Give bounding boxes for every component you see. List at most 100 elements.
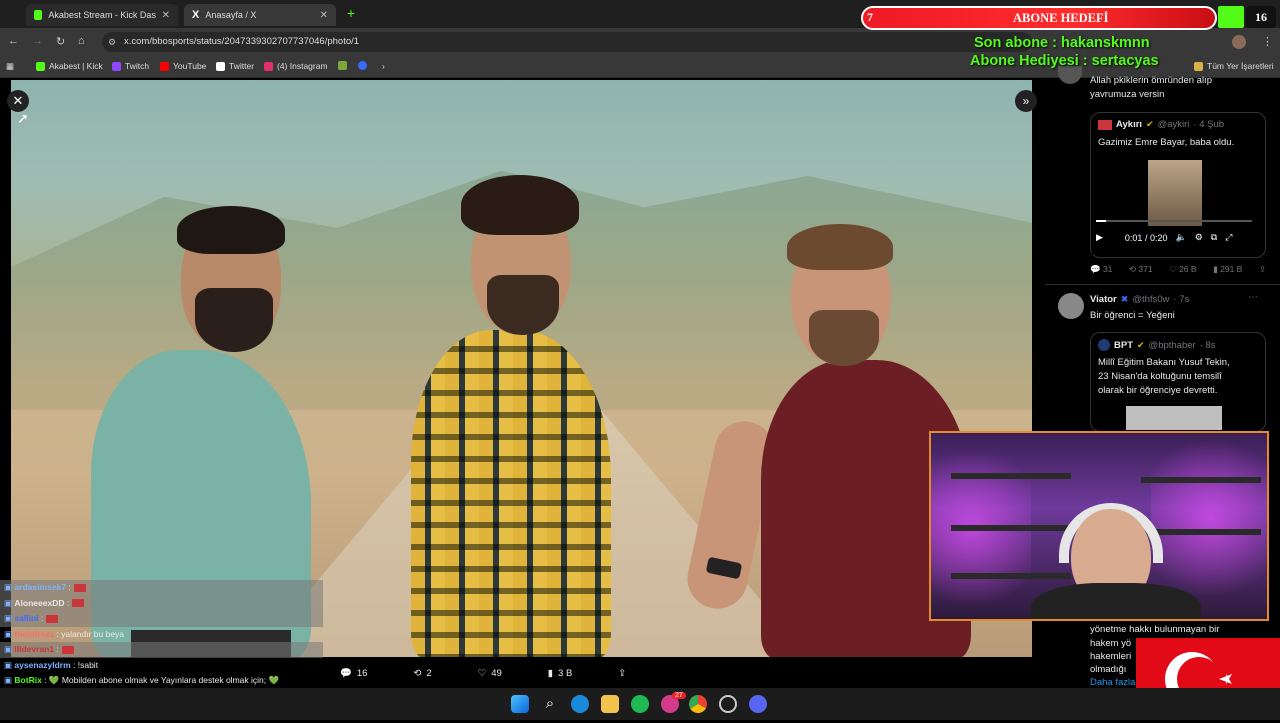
forward-icon[interactable]: → xyxy=(32,35,43,47)
site-info-icon[interactable]: ⚙ xyxy=(108,32,116,52)
video-controls: ▶ 0:01 / 0:20 🔈 ⚙ ⧉ ⤢ xyxy=(1096,232,1254,243)
chat-badge-icon: ▣ xyxy=(4,597,15,608)
reply-button[interactable]: 💬 16 xyxy=(340,664,367,682)
repost-button[interactable]: ⟲ 371 xyxy=(1129,264,1153,275)
more-options-icon[interactable]: ⋯ xyxy=(1248,292,1258,303)
chat-username[interactable]: thelofrezz xyxy=(14,629,54,639)
search-icon[interactable]: ⌕ xyxy=(541,695,559,713)
bookmark-label: Twitter xyxy=(229,61,255,71)
tweet-time: · 7s xyxy=(1173,294,1190,305)
chrome-icon[interactable] xyxy=(689,695,707,713)
author-name[interactable]: Viator xyxy=(1090,294,1117,305)
bookmark-twitch[interactable]: Twitch xyxy=(112,61,149,71)
reload-icon[interactable]: ↻ xyxy=(56,35,65,48)
spotify-icon[interactable] xyxy=(631,695,649,713)
like-button[interactable]: ♡ 26 B xyxy=(1169,264,1196,275)
avatar xyxy=(1098,119,1112,130)
close-tab-icon[interactable]: ✕ xyxy=(162,10,170,21)
share-icon[interactable]: ⇪ xyxy=(1259,264,1266,275)
close-tab-icon[interactable]: ✕ xyxy=(320,10,328,21)
edge-icon[interactable] xyxy=(571,695,589,713)
goal-title: ABONE HEDEFİ xyxy=(1013,11,1109,25)
chat-username[interactable]: Illdevran1 xyxy=(14,644,54,654)
chat-username[interactable]: sallini xyxy=(14,613,38,623)
chat-username[interactable]: AloneeexDD xyxy=(14,598,64,608)
like-count: 26 B xyxy=(1179,264,1197,274)
chat-username[interactable]: aysenazyldrm xyxy=(14,660,70,670)
person-center xyxy=(391,175,631,657)
back-icon[interactable]: ← xyxy=(8,35,19,47)
bookmark-label: Akabest | Kick xyxy=(49,61,103,71)
all-bookmarks[interactable]: Tüm Yer İşaretleri xyxy=(1194,61,1274,71)
x-icon xyxy=(216,61,225,71)
views-button[interactable]: ▮ 3 B xyxy=(548,664,573,682)
share-button[interactable]: ⇪ xyxy=(618,664,626,682)
menu-icon[interactable]: ⋮ xyxy=(1262,35,1273,48)
photo-image xyxy=(11,80,1032,657)
obs-icon[interactable] xyxy=(719,695,737,713)
chat-username[interactable]: BotRix xyxy=(14,675,41,685)
close-icon: ✕ xyxy=(12,93,24,108)
tab-x-home[interactable]: X Anasayfa / X ✕ xyxy=(184,4,336,26)
tab-kick-dashboard[interactable]: Akabest Stream - Kick Dashboa ✕ xyxy=(26,4,178,26)
play-icon[interactable]: ▶ xyxy=(1096,232,1103,243)
address-bar[interactable]: ⚙ x.com/bbosports/status/204733930270773… xyxy=(102,32,1032,52)
apps-icon[interactable]: ▦ xyxy=(6,61,14,72)
repost-count: 371 xyxy=(1138,264,1153,274)
tweet-text: hakem yö xyxy=(1090,638,1132,649)
next-photo-button[interactable]: » xyxy=(1015,90,1037,112)
divider xyxy=(1046,284,1280,285)
fullscreen-icon[interactable]: ⤢ xyxy=(1225,232,1232,243)
pip-icon[interactable]: ⧉ xyxy=(1211,232,1217,243)
more-bookmarks-icon[interactable]: › xyxy=(382,61,385,71)
verified-gold-icon: ✔ xyxy=(1146,119,1154,129)
chat-text: : xyxy=(56,644,59,654)
file-explorer-icon[interactable] xyxy=(601,695,619,713)
bookmark-label: Twitch xyxy=(125,61,150,71)
extension-icon xyxy=(338,61,347,70)
new-tab-button[interactable]: + xyxy=(344,6,358,20)
video-player[interactable]: ▶ 0:01 / 0:20 🔈 ⚙ ⧉ ⤢ xyxy=(1092,158,1258,254)
bookmark-extra-2[interactable] xyxy=(358,61,367,70)
emote-icon xyxy=(72,599,85,608)
bookmark-twitter[interactable]: Twitter xyxy=(216,61,254,71)
emote-icon xyxy=(61,645,74,654)
kick-icon xyxy=(36,61,45,71)
discord-icon[interactable] xyxy=(749,695,767,713)
like-button[interactable]: ♡ 49 xyxy=(478,664,502,682)
close-viewer-button[interactable]: ✕ xyxy=(7,90,29,112)
avatar xyxy=(1098,339,1110,351)
bookmark-kick[interactable]: Akabest | Kick xyxy=(36,61,103,71)
tab-label: Anasayfa / X xyxy=(205,10,257,20)
mouse-cursor-icon: ➚ xyxy=(17,110,29,126)
chat-text: : yalandır bu beya xyxy=(56,628,125,639)
tab-label: Akabest Stream - Kick Dashboa xyxy=(48,10,156,20)
windows-start-icon[interactable] xyxy=(511,695,529,713)
bookmark-label: YouTube xyxy=(173,61,207,71)
reply-icon: 💬 xyxy=(340,667,352,679)
bookmark-youtube[interactable]: YouTube xyxy=(160,61,206,71)
home-icon[interactable]: ⌂ xyxy=(78,35,85,47)
video-progress[interactable] xyxy=(1096,220,1252,222)
url-text: x.com/bbosports/status/20473393027077370… xyxy=(124,36,360,47)
views-button[interactable]: ▮ 291 B xyxy=(1213,264,1242,275)
volume-icon[interactable]: 🔈 xyxy=(1175,232,1186,243)
reply-button[interactable]: 💬 31 xyxy=(1090,264,1112,275)
tweet-text: Allah pkiklerin ömründen alıp xyxy=(1090,75,1212,86)
avatar[interactable] xyxy=(1058,293,1084,319)
chat-text: : !sabit xyxy=(73,659,99,670)
profile-avatar[interactable] xyxy=(1232,35,1246,49)
author-handle: @bpthaber xyxy=(1148,339,1196,351)
bookmark-extra-1[interactable] xyxy=(338,61,347,70)
repost-button[interactable]: ⟲ 2 xyxy=(413,664,431,682)
bookmark-label: (4) Instagram xyxy=(277,61,328,71)
chat-username[interactable]: ardasimsek7 xyxy=(14,582,66,592)
bookmark-instagram[interactable]: (4) Instagram xyxy=(264,61,328,71)
author-handle: @thfs0w xyxy=(1132,294,1170,305)
goal-bar-end xyxy=(1218,6,1244,28)
tweet-time: · 4 Şub xyxy=(1193,119,1225,130)
verified-gold-icon: ✔ xyxy=(1137,339,1145,350)
x-icon: X xyxy=(192,9,200,21)
tweet-text: yavrumuza versin xyxy=(1090,89,1165,100)
settings-icon[interactable]: ⚙ xyxy=(1195,232,1203,243)
